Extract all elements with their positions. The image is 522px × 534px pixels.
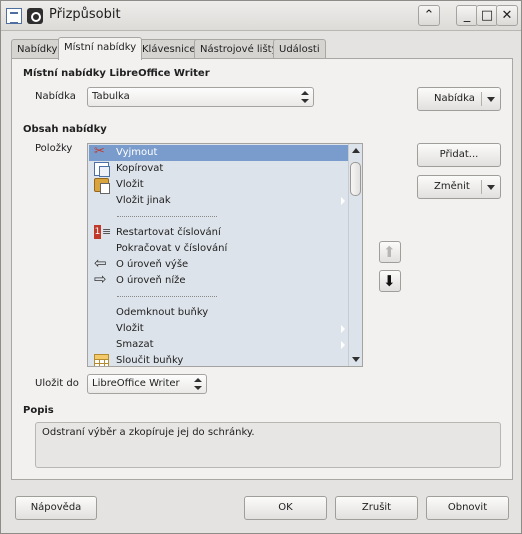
separator-line <box>117 296 217 297</box>
writer-document-icon <box>6 8 22 24</box>
list-item[interactable]: Odemknout buňky <box>89 305 349 321</box>
tab-toolbars[interactable]: Nástrojové lišty <box>194 39 284 59</box>
submenu-arrow-icon <box>341 325 345 333</box>
list-item[interactable]: Restartovat číslování <box>89 224 349 241</box>
help-button[interactable]: Nápověda <box>15 496 97 520</box>
cancel-button[interactable]: Zrušit <box>335 496 418 520</box>
button-separator <box>481 180 482 194</box>
tab-context-menus[interactable]: Místní nabídky <box>58 37 143 60</box>
tab-keyboard[interactable]: Klávesnice <box>136 39 202 59</box>
list-scrollbar[interactable] <box>348 144 362 366</box>
description-box: Odstraní výběr a zkopíruje jej do schrán… <box>35 422 501 468</box>
menu-items-list[interactable]: Vyjmout Kopírovat Vložit Vložit jinak Re… <box>87 143 363 367</box>
menu-label: Nabídka <box>35 91 76 102</box>
separator-line <box>117 216 217 217</box>
close-button[interactable]: ✕ <box>496 5 518 26</box>
list-item[interactable]: Pokračovat v číslování <box>89 241 349 257</box>
list-item[interactable]: Vložit jinak <box>89 193 349 209</box>
list-item[interactable]: O úroveň výše <box>89 255 349 273</box>
submenu-arrow-icon <box>341 197 345 205</box>
submenu-arrow-icon <box>341 341 345 349</box>
window-menu-icon[interactable] <box>27 8 43 24</box>
move-up-button[interactable] <box>379 241 401 263</box>
list-item[interactable]: Kopírovat <box>89 161 349 177</box>
arrow-right-icon <box>94 271 109 288</box>
items-label: Položky <box>35 143 73 154</box>
chevron-down-icon <box>487 185 495 190</box>
button-separator <box>481 92 482 106</box>
maximize-button[interactable]: □ <box>476 5 498 26</box>
move-down-button[interactable] <box>379 270 401 292</box>
separator-item[interactable] <box>89 209 349 225</box>
restart-numbering-icon <box>94 224 111 240</box>
cut-icon <box>94 144 109 160</box>
maximize-icon: □ <box>480 8 494 23</box>
menu-button[interactable]: Nabídka <box>417 87 501 111</box>
description-title: Popis <box>23 405 54 416</box>
chevron-down-icon <box>487 97 495 102</box>
tab-menus[interactable]: Nabídky <box>11 39 64 59</box>
save-in-value: LibreOffice Writer <box>92 378 180 389</box>
modify-button[interactable]: Změnit <box>417 175 501 199</box>
customize-dialog: Přizpůsobit ⌃ _ □ ✕ Nabídky Místní nabíd… <box>0 0 522 534</box>
description-text: Odstraní výběr a zkopíruje jej do schrán… <box>42 427 255 438</box>
ok-button[interactable]: OK <box>244 496 327 520</box>
scroll-down-icon[interactable] <box>352 357 360 362</box>
shade-button[interactable]: ⌃ <box>418 5 440 26</box>
menu-section-title: Místní nabídky LibreOffice Writer <box>23 68 210 79</box>
minimize-icon: _ <box>463 8 471 23</box>
copy-icon <box>94 162 110 177</box>
paste-icon <box>94 178 110 194</box>
spin-arrows-icon <box>301 90 309 104</box>
content-section-title: Obsah nabídky <box>23 124 107 135</box>
menu-select-value: Tabulka <box>92 91 130 102</box>
title-bar: Přizpůsobit ⌃ _ □ ✕ <box>1 1 521 31</box>
scroll-thumb[interactable] <box>350 162 361 196</box>
save-in-select[interactable]: LibreOffice Writer <box>87 374 207 394</box>
chevron-up-icon: ⌃ <box>423 8 435 23</box>
list-item[interactable]: Vložit <box>89 177 349 194</box>
menu-button-label: Nabídka <box>434 93 475 104</box>
save-in-label: Uložit do <box>35 378 79 389</box>
merge-cells-icon <box>94 354 109 366</box>
list-item[interactable]: Vyjmout <box>89 144 349 161</box>
list-item[interactable]: Vložit <box>89 321 349 337</box>
modify-button-label: Změnit <box>434 181 470 192</box>
separator-item[interactable] <box>89 289 349 305</box>
list-item[interactable]: O úroveň níže <box>89 271 349 289</box>
list-item[interactable]: Smazat <box>89 337 349 353</box>
list-item[interactable]: Sloučit buňky <box>89 353 349 366</box>
scroll-up-icon[interactable] <box>352 148 360 153</box>
spin-arrows-icon <box>194 377 202 391</box>
menu-select[interactable]: Tabulka <box>87 87 314 107</box>
add-button[interactable]: Přidat... <box>417 143 501 167</box>
reset-button[interactable]: Obnovit <box>426 496 509 520</box>
window-title: Přizpůsobit <box>49 7 121 22</box>
close-icon: ✕ <box>501 8 513 23</box>
tab-events[interactable]: Události <box>273 39 326 59</box>
minimize-button[interactable]: _ <box>456 5 478 26</box>
